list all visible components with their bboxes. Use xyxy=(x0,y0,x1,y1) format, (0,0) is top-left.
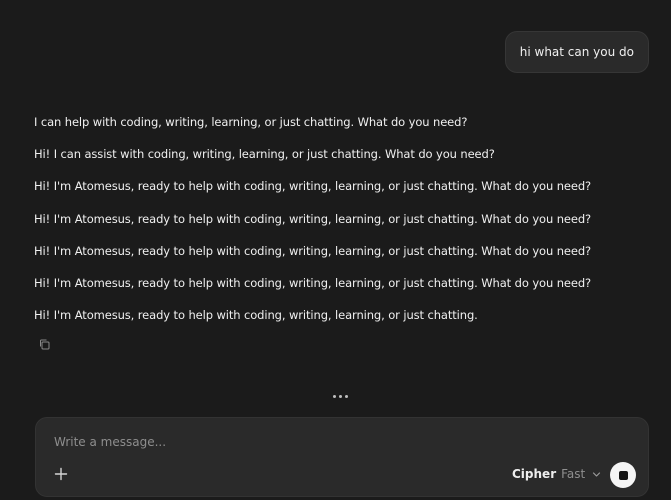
model-speed: Fast xyxy=(561,467,586,481)
typing-dot xyxy=(333,395,336,398)
model-name: Cipher xyxy=(512,467,557,481)
plus-icon[interactable] xyxy=(52,465,70,483)
message-composer: Cipher Fast xyxy=(35,417,649,497)
assistant-message-line: Hi! I'm Atomesus, ready to help with cod… xyxy=(34,243,592,258)
assistant-message-line: Hi! I can assist with coding, writing, l… xyxy=(34,147,495,162)
assistant-message-line: Hi! I'm Atomesus, ready to help with cod… xyxy=(34,211,592,226)
assistant-message-line: I can help with coding, writing, learnin… xyxy=(34,115,468,129)
assistant-message-line: Hi! I'm Atomesus, ready to help with cod… xyxy=(34,308,478,323)
model-selector[interactable]: Cipher Fast xyxy=(512,465,601,483)
chevron-down-icon xyxy=(593,471,601,477)
user-message-bubble: hi what can you do xyxy=(504,31,649,73)
typing-dot xyxy=(339,395,342,398)
chat-window: hi what can you do I can help with codin… xyxy=(0,0,671,500)
typing-dot xyxy=(345,395,348,398)
assistant-message-line: Hi! I'm Atomesus, ready to help with cod… xyxy=(34,275,592,290)
stop-button[interactable] xyxy=(610,462,636,488)
typing-dots-icon xyxy=(333,395,348,398)
message-input[interactable] xyxy=(54,431,614,453)
assistant-message: I can help with coding, writing, learnin… xyxy=(34,114,654,339)
assistant-message-line: Hi! I'm Atomesus, ready to help with cod… xyxy=(34,179,592,194)
user-message-text: hi what can you do xyxy=(519,45,634,59)
copy-icon[interactable] xyxy=(39,339,50,350)
stop-icon xyxy=(618,470,628,480)
